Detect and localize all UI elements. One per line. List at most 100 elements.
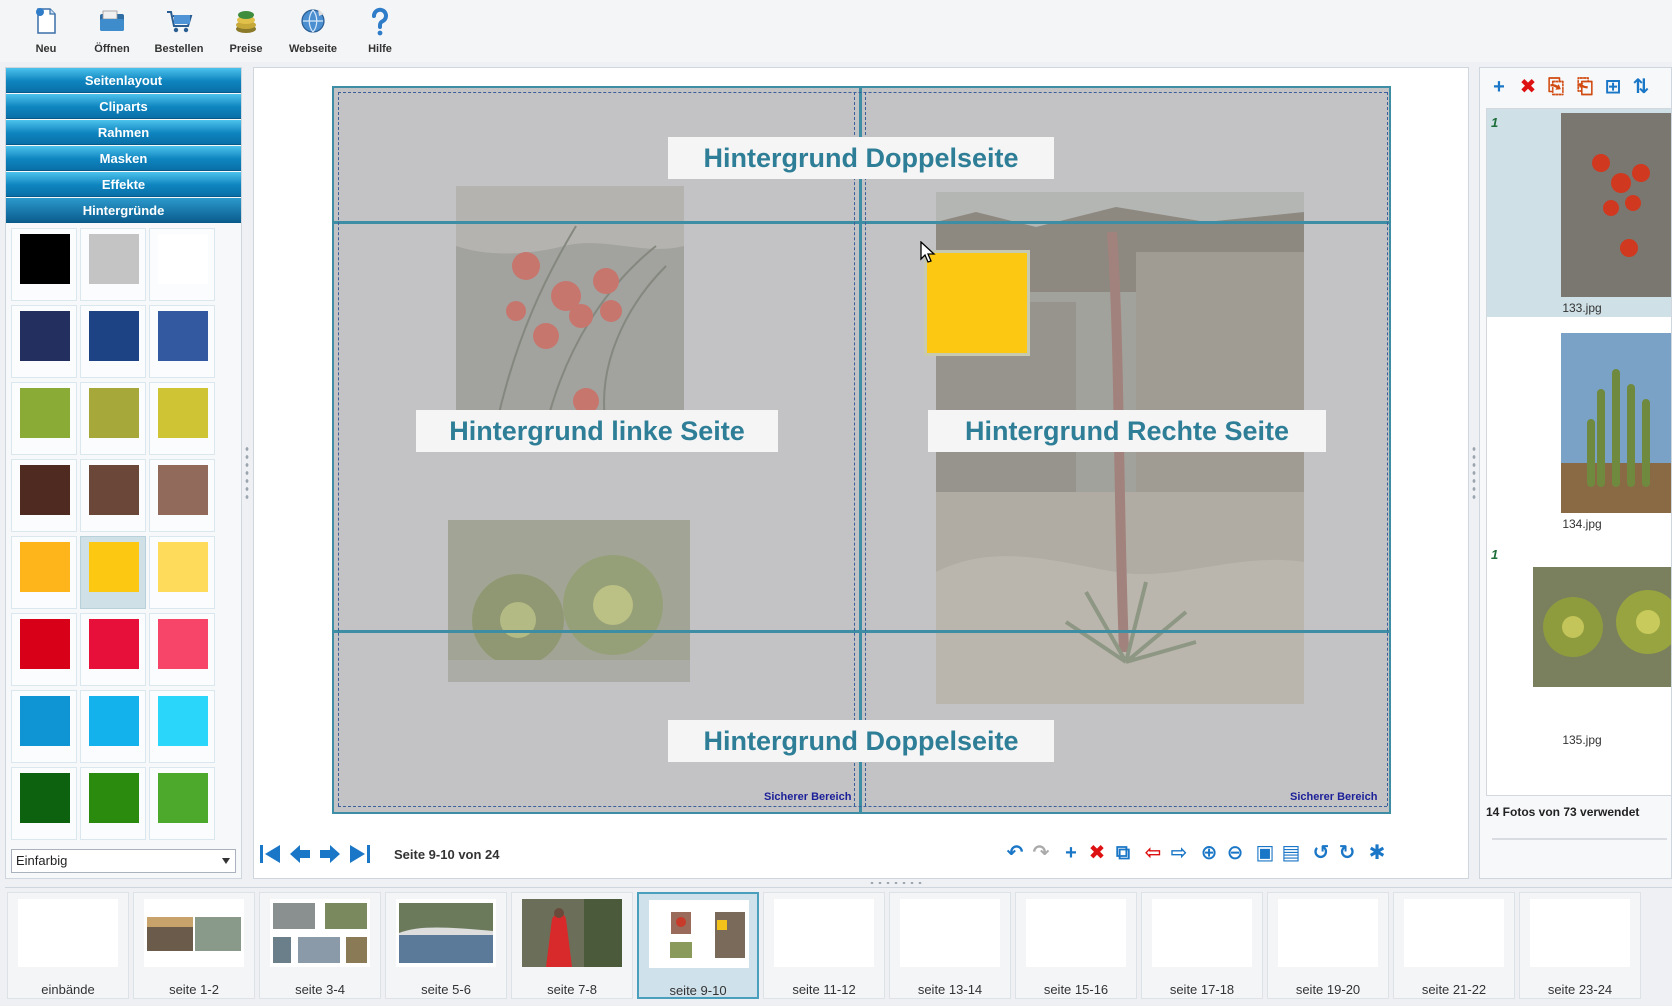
- export-icon[interactable]: ⎗: [1574, 76, 1596, 98]
- page-thumb-13-14[interactable]: seite 13-14: [889, 892, 1011, 999]
- label-double-page-top[interactable]: Hintergrund Doppelseite: [668, 137, 1054, 179]
- zoom-in-icon[interactable]: ⊕: [1198, 842, 1220, 864]
- photo-usage-count: 1: [1491, 115, 1499, 130]
- move-right-icon[interactable]: ⇨: [1168, 842, 1190, 864]
- color-swatch[interactable]: [80, 459, 146, 532]
- color-swatch[interactable]: [149, 305, 215, 378]
- import-icon[interactable]: ⎘: [1545, 76, 1567, 98]
- page-spread[interactable]: Hintergrund Doppelseite Hintergrund link…: [332, 86, 1391, 814]
- order-button[interactable]: Bestellen: [146, 4, 212, 58]
- color-swatch[interactable]: [11, 459, 77, 532]
- delete-icon[interactable]: ✖: [1086, 842, 1108, 864]
- color-swatch[interactable]: [11, 613, 77, 686]
- photo-item-133[interactable]: 1 133.jpg: [1487, 109, 1671, 317]
- color-swatch[interactable]: [149, 613, 215, 686]
- rotate-right-icon[interactable]: ↻: [1336, 842, 1358, 864]
- page-thumb-23-24[interactable]: seite 23-24: [1519, 892, 1641, 999]
- previous-page-icon[interactable]: [288, 842, 312, 866]
- page-thumb-3-4[interactable]: seite 3-4: [259, 892, 381, 999]
- label-left-page[interactable]: Hintergrund linke Seite: [416, 410, 778, 452]
- color-swatch-chip: [89, 465, 139, 515]
- color-swatch[interactable]: [149, 690, 215, 763]
- page-thumb-image: [270, 899, 370, 967]
- page-thumb-image: [18, 899, 118, 967]
- page-thumb-15-16[interactable]: seite 15-16: [1015, 892, 1137, 999]
- website-button[interactable]: Webseite: [280, 4, 346, 58]
- page-strip-splitter-handle[interactable]: [868, 880, 924, 886]
- new-label: Neu: [35, 43, 57, 55]
- page-thumb-9-10[interactable]: seite 9-10: [637, 892, 759, 999]
- help-button[interactable]: Hilfe: [347, 4, 413, 58]
- fit-page-icon[interactable]: ▣: [1254, 842, 1276, 864]
- color-swatch[interactable]: [80, 767, 146, 840]
- page-thumb-17-18[interactable]: seite 17-18: [1141, 892, 1263, 999]
- photos-used-counter: 14 Fotos von 73 verwendet: [1486, 805, 1640, 819]
- color-swatch[interactable]: [11, 382, 77, 455]
- prices-button[interactable]: Preise: [213, 4, 279, 58]
- color-swatch[interactable]: [80, 613, 146, 686]
- color-swatch[interactable]: [11, 228, 77, 301]
- color-swatch-chip: [158, 696, 208, 746]
- page-thumb-1-2[interactable]: seite 1-2: [133, 892, 255, 999]
- fit-width-icon[interactable]: ▤: [1280, 842, 1302, 864]
- page-thumb-11-12[interactable]: seite 11-12: [763, 892, 885, 999]
- color-swatch[interactable]: [149, 767, 215, 840]
- zoom-out-icon[interactable]: ⊖: [1224, 842, 1246, 864]
- section-seitenlayout[interactable]: Seitenlayout: [6, 68, 241, 93]
- scan-icon[interactable]: ⊞: [1602, 76, 1624, 98]
- order-label: Bestellen: [154, 43, 204, 55]
- section-effekte[interactable]: Effekte: [6, 172, 241, 197]
- section-cliparts[interactable]: Cliparts: [6, 94, 241, 119]
- selected-color-block[interactable]: [924, 250, 1030, 356]
- redo-icon[interactable]: ↷: [1030, 842, 1052, 864]
- color-swatch[interactable]: [149, 382, 215, 455]
- add-icon[interactable]: +: [1060, 842, 1082, 864]
- sort-icon[interactable]: ⇅: [1630, 76, 1652, 98]
- left-splitter-handle[interactable]: [244, 445, 250, 501]
- color-swatch[interactable]: [80, 536, 146, 609]
- right-splitter-handle[interactable]: [1471, 445, 1477, 501]
- photo-filename: 135.jpg: [1562, 733, 1602, 747]
- first-page-icon[interactable]: [258, 842, 282, 866]
- rotate-left-icon[interactable]: ↺: [1310, 842, 1332, 864]
- right-panel-divider: [1492, 838, 1667, 840]
- page-thumb-einbaende[interactable]: einbände: [7, 892, 129, 999]
- section-hintergruende[interactable]: Hintergründe: [6, 198, 241, 223]
- remove-photo-icon[interactable]: ✖: [1517, 76, 1539, 98]
- color-swatch[interactable]: [80, 690, 146, 763]
- page-thumb-19-20[interactable]: seite 19-20: [1267, 892, 1389, 999]
- open-button[interactable]: Öffnen: [79, 4, 145, 58]
- photo-item-135[interactable]: 1 135.jpg: [1487, 541, 1671, 751]
- color-swatch[interactable]: [11, 536, 77, 609]
- next-page-icon[interactable]: [318, 842, 342, 866]
- color-swatch[interactable]: [80, 305, 146, 378]
- label-right-page[interactable]: Hintergrund Rechte Seite: [928, 410, 1326, 452]
- last-page-icon[interactable]: [348, 842, 372, 866]
- page-thumb-image: [1404, 899, 1504, 967]
- page-thumb-7-8[interactable]: seite 7-8: [511, 892, 633, 999]
- page-thumb-5-6[interactable]: seite 5-6: [385, 892, 507, 999]
- color-swatch[interactable]: [149, 228, 215, 301]
- color-swatch[interactable]: [149, 459, 215, 532]
- color-swatch[interactable]: [80, 382, 146, 455]
- insert-page-icon[interactable]: ⧉: [1112, 842, 1134, 864]
- section-masken[interactable]: Masken: [6, 146, 241, 171]
- label-double-page-bottom[interactable]: Hintergrund Doppelseite: [668, 720, 1054, 762]
- safe-area-label-left: Sicherer Bereich: [764, 791, 852, 803]
- color-swatch[interactable]: [11, 305, 77, 378]
- section-rahmen[interactable]: Rahmen: [6, 120, 241, 145]
- move-left-icon[interactable]: ⇦: [1142, 842, 1164, 864]
- page-thumb-21-22[interactable]: seite 21-22: [1393, 892, 1515, 999]
- new-button[interactable]: Neu: [13, 4, 79, 58]
- undo-icon[interactable]: ↶: [1004, 842, 1026, 864]
- photo-item-134[interactable]: 134.jpg: [1487, 325, 1671, 533]
- mouse-cursor-icon: [920, 241, 936, 263]
- add-photo-icon[interactable]: +: [1488, 76, 1510, 98]
- color-swatch-chip: [158, 773, 208, 823]
- color-swatch[interactable]: [11, 690, 77, 763]
- color-swatch[interactable]: [11, 767, 77, 840]
- color-swatch[interactable]: [149, 536, 215, 609]
- color-swatch[interactable]: [80, 228, 146, 301]
- background-mode-select[interactable]: Einfarbig: [11, 849, 236, 873]
- auto-fill-icon[interactable]: ✱: [1366, 842, 1388, 864]
